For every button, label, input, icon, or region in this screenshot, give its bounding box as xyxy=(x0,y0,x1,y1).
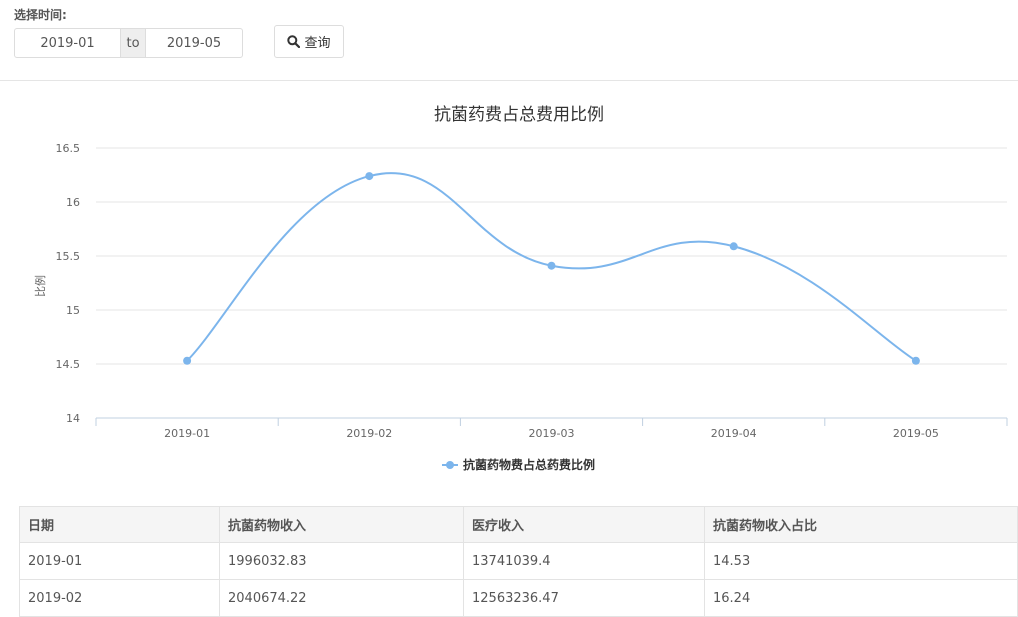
header-antibiotic-ratio: 抗菌药物收入占比 xyxy=(704,506,1018,543)
x-tick-label: 2019-01 xyxy=(164,427,210,440)
header-date: 日期 xyxy=(19,506,220,543)
filter-label: 选择时间: xyxy=(14,8,67,22)
y-tick-label: 15.5 xyxy=(56,250,81,263)
cell-antibiotic-income: 1996032.83 xyxy=(219,542,464,580)
chart-legend[interactable]: 抗菌药物费占总药费比例 xyxy=(442,457,595,472)
cell-medical-income: 12563236.47 xyxy=(463,579,705,617)
cell-medical-income: 13741039.4 xyxy=(463,542,705,580)
header-medical-income: 医疗收入 xyxy=(463,506,705,543)
y-tick-label: 16 xyxy=(66,196,80,209)
y-tick-label: 14.5 xyxy=(56,358,81,371)
y-tick-label: 15 xyxy=(66,304,80,317)
series-layer xyxy=(183,172,920,365)
header-antibiotic-income: 抗菌药物收入 xyxy=(219,506,464,543)
cell-antibiotic-income: 2040674.22 xyxy=(219,579,464,617)
x-axis: 2019-01 2019-02 2019-03 2019-04 2019-05 xyxy=(95,418,1008,440)
chart-title: 抗菌药费占总费用比例 xyxy=(434,105,604,125)
data-point[interactable] xyxy=(183,356,192,365)
y-axis-label: 比例 xyxy=(33,275,47,297)
y-tick-label: 16.5 xyxy=(56,142,81,155)
x-tick-label: 2019-04 xyxy=(711,427,757,440)
query-button-label: 查询 xyxy=(304,36,331,51)
y-axis-ticks: 14 14.5 15 15.5 16 16.5 xyxy=(56,142,81,425)
legend-marker xyxy=(446,461,454,469)
grid-lines xyxy=(96,147,1007,419)
data-point[interactable] xyxy=(729,242,738,251)
cell-antibiotic-ratio: 16.24 xyxy=(704,579,1018,617)
data-table: 日期 抗菌药物收入 医疗收入 抗菌药物收入占比 2019-01 1996032.… xyxy=(19,506,1018,617)
x-tick-label: 2019-05 xyxy=(893,427,939,440)
start-date-input[interactable] xyxy=(14,28,121,58)
cell-antibiotic-ratio: 14.53 xyxy=(704,542,1018,580)
cell-date: 2019-02 xyxy=(19,579,220,617)
date-range-group: to xyxy=(14,28,243,58)
data-point[interactable] xyxy=(911,356,920,365)
cell-date: 2019-01 xyxy=(19,542,220,580)
data-point[interactable] xyxy=(547,261,556,270)
query-button[interactable]: 查询 xyxy=(274,25,344,58)
chart-container: 抗菌药费占总费用比例 比例 14 14.5 15 15.5 16 16.5 2019-01… xyxy=(0,82,1018,497)
data-point[interactable] xyxy=(365,172,374,181)
table-row: 2019-02 2040674.22 12563236.47 16.24 xyxy=(19,579,1018,617)
table-header-row: 日期 抗菌药物收入 医疗收入 抗菌药物收入占比 xyxy=(19,506,1018,543)
line-chart: 抗菌药费占总费用比例 比例 14 14.5 15 15.5 16 16.5 2019-01… xyxy=(33,105,1008,472)
y-tick-label: 14 xyxy=(66,412,80,425)
table-row: 2019-01 1996032.83 13741039.4 14.53 xyxy=(19,542,1018,580)
x-tick-label: 2019-03 xyxy=(529,427,575,440)
legend-label[interactable]: 抗菌药物费占总药费比例 xyxy=(463,457,595,472)
x-tick-label: 2019-02 xyxy=(346,427,392,440)
date-separator: to xyxy=(121,28,145,58)
filter-bar: 选择时间: to 查询 xyxy=(0,0,1018,81)
search-icon xyxy=(287,35,301,48)
end-date-input[interactable] xyxy=(145,28,243,58)
